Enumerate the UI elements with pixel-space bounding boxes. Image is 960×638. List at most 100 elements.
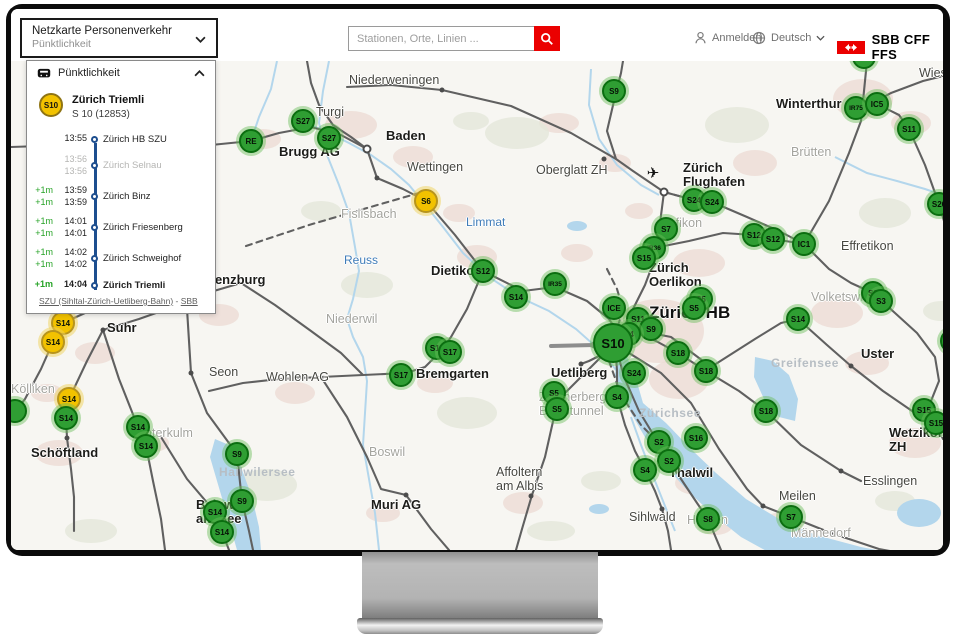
map-line-badge[interactable]: S17: [438, 340, 462, 364]
map-line-badge[interactable]: IC5: [865, 92, 889, 116]
map-line-badge[interactable]: IC1: [792, 232, 816, 256]
search-bar: [348, 26, 560, 51]
map-place-label: Fislisbach: [341, 208, 397, 222]
sbb-link[interactable]: SBB: [181, 296, 198, 306]
map-place-label: Kölliken: [11, 383, 55, 397]
panel-title: Pünktlichkeit: [58, 67, 120, 79]
language-control[interactable]: Deutsch: [752, 31, 825, 45]
map-line-badge[interactable]: S18: [666, 341, 690, 365]
stop-name[interactable]: Zürich Schweighof: [101, 253, 181, 264]
map-line-badge[interactable]: S14: [504, 285, 528, 309]
map-place-label: Baden: [386, 129, 426, 143]
map-place-label: Hallwilersee: [219, 466, 296, 479]
panel-header: Pünktlichkeit: [27, 61, 215, 85]
map-line-badge[interactable]: S14: [134, 434, 158, 458]
map-line-badge[interactable]: S9: [602, 79, 626, 103]
train-icon: [37, 68, 51, 79]
timeline-node: [91, 193, 98, 200]
map-line-badge[interactable]: IR35: [543, 272, 567, 296]
stop-name[interactable]: Zürich Triemli: [101, 280, 165, 291]
map-line-badge[interactable]: S24: [622, 361, 646, 385]
stop-list: 13:55Zürich HB SZU13:5613:56Zürich Selna…: [31, 131, 211, 299]
stop-row: +1m+1m14:0114:01Zürich Friesenberg: [31, 215, 211, 240]
map-line-badge[interactable]: S15: [632, 246, 656, 270]
map-place-label: Bremgarten: [416, 367, 489, 381]
map-line-badge[interactable]: S2: [657, 449, 681, 473]
map-line-badge[interactable]: RE: [239, 129, 263, 153]
stop-delay: +1m+1m: [31, 216, 53, 239]
stop-time: 14:04: [56, 279, 87, 291]
map-line-badge[interactable]: S5: [682, 296, 706, 320]
stop-delay: +1m: [31, 279, 53, 291]
map-line-badge[interactable]: IR75: [844, 96, 868, 120]
map-line-badge[interactable]: S4: [605, 385, 629, 409]
map-place-label: Winterthur: [776, 97, 842, 111]
map-place-label: Wiesendangen: [919, 67, 943, 81]
map-line-badge[interactable]: S18: [694, 359, 718, 383]
map-place-label: Seon: [209, 366, 238, 380]
map-line-badge[interactable]: S3: [869, 289, 893, 313]
search-icon: [540, 32, 554, 46]
map-place-label: Oberglatt ZH: [536, 164, 608, 178]
map-place-label: Effretikon: [841, 240, 894, 254]
map-place-label: Brütten: [791, 146, 831, 160]
map-place-label: Greifensee: [771, 357, 839, 370]
stop-row: +1m+1m14:0214:02Zürich Schweighof: [31, 246, 211, 271]
map-line-badge[interactable]: S4: [633, 458, 657, 482]
sbb-logo: SBB CFF FFS: [837, 32, 943, 62]
map-line-badge[interactable]: S12: [761, 227, 785, 251]
map-line-badge[interactable]: S7: [779, 505, 803, 529]
timeline-node: [91, 162, 98, 169]
map-line-badge[interactable]: S5: [545, 397, 569, 421]
map-line-badge[interactable]: S16: [684, 426, 708, 450]
map-line-badge[interactable]: S14: [210, 520, 234, 544]
map-line-badge[interactable]: S11: [897, 117, 921, 141]
chevron-up-icon[interactable]: [194, 70, 205, 77]
search-button[interactable]: [534, 26, 560, 51]
stop-time: 13:5613:56: [56, 154, 87, 177]
map-line-badge[interactable]: S10: [593, 323, 633, 363]
search-input[interactable]: [348, 26, 534, 51]
map-line-badge[interactable]: S14: [786, 307, 810, 331]
map-line-badge[interactable]: S9: [230, 489, 254, 513]
stop-row: +1m+1m13:5913:59Zürich Binz: [31, 184, 211, 209]
map-line-badge[interactable]: S27: [317, 126, 341, 150]
map-line-badge[interactable]: S15: [924, 411, 943, 435]
map-line-badge[interactable]: S27: [291, 109, 315, 133]
stop-name[interactable]: Zürich Friesenberg: [101, 222, 183, 233]
chevron-down-icon: [195, 36, 206, 43]
station-marker: [363, 145, 372, 154]
operator-link[interactable]: SZU (Sihltal-Zürich-Uetliberg-Bahn): [39, 296, 173, 306]
airport-icon: ✈: [647, 164, 660, 182]
layer-dropdown-subtitle: Pünktlichkeit: [32, 38, 206, 50]
map-line-badge[interactable]: S17: [389, 363, 413, 387]
map-line-badge[interactable]: S6: [414, 189, 438, 213]
map-line-badge[interactable]: S18: [754, 399, 778, 423]
map-place-label: Meilen: [779, 490, 816, 504]
station-marker: [660, 188, 669, 197]
stop-name[interactable]: Zürich HB SZU: [101, 134, 167, 145]
train-number: S 10 (12853): [72, 109, 144, 120]
layer-dropdown-title: Netzkarte Personenverkehr: [32, 25, 206, 37]
station-marker: [101, 328, 106, 333]
map-line-badge[interactable]: S24: [700, 190, 724, 214]
map-line-badge[interactable]: S12: [471, 259, 495, 283]
map-line-badge[interactable]: ICE: [602, 296, 626, 320]
layer-dropdown[interactable]: Netzkarte Personenverkehr Pünktlichkeit: [20, 18, 218, 58]
map-line-badge[interactable]: S8: [696, 507, 720, 531]
stop-name[interactable]: Zürich Selnau: [101, 160, 162, 171]
language-label: Deutsch: [771, 32, 811, 44]
map-place-label: Esslingen: [863, 475, 917, 489]
globe-icon: [752, 31, 766, 45]
stop-name[interactable]: Zürich Binz: [101, 191, 151, 202]
map-line-badge[interactable]: S9: [225, 442, 249, 466]
line-badge: S10: [39, 93, 63, 117]
stop-row: +1m14:04 Zürich Triemli: [31, 277, 211, 293]
map-line-badge[interactable]: S9: [639, 317, 663, 341]
map-place-label: Uster: [861, 347, 894, 361]
map-line-badge[interactable]: S14: [54, 406, 78, 430]
panel-footer: SZU (Sihltal-Zürich-Uetliberg-Bahn) - SB…: [39, 296, 198, 306]
route-summary: S10 Zürich Triemli S 10 (12853): [39, 93, 144, 120]
monitor-stand-neck: [362, 552, 598, 618]
map-line-badge[interactable]: S14: [41, 330, 65, 354]
